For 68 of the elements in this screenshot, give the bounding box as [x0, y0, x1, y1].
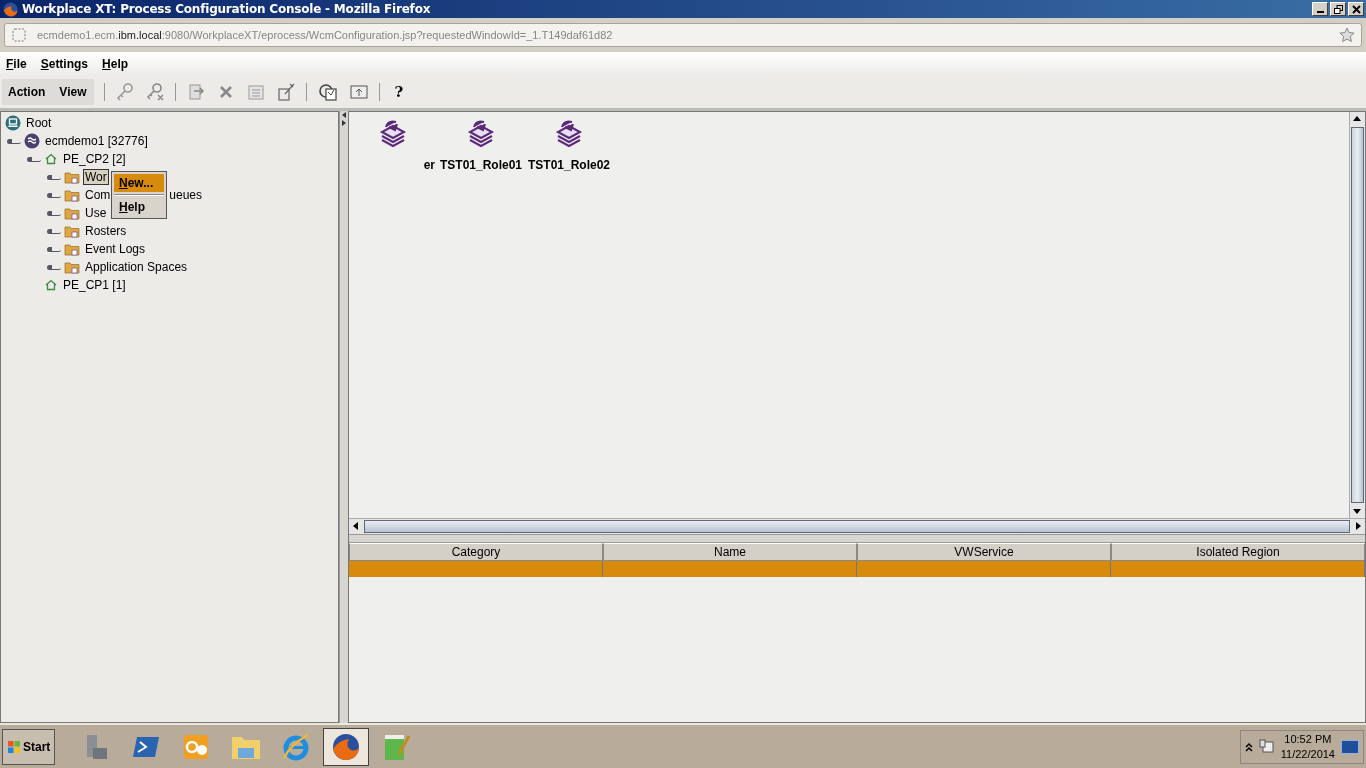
clock-date[interactable]: 11/22/2014	[1280, 746, 1335, 762]
window-title: Workplace XT: Process Configuration Console - Mozilla Firefox	[22, 2, 431, 16]
folder-icon	[64, 242, 80, 256]
icon-label[interactable]: TST01_Role02	[527, 158, 610, 172]
restore-button[interactable]	[1330, 2, 1346, 16]
column-header[interactable]: Name	[603, 543, 857, 561]
stacked-pages-icon[interactable]	[554, 118, 584, 148]
tree-item[interactable]: Rosters	[83, 223, 129, 239]
house-icon	[44, 278, 58, 292]
tree-item[interactable]: Com	[83, 187, 113, 203]
close-icon	[1351, 4, 1361, 14]
fox-globe-icon	[331, 731, 362, 762]
column-header[interactable]: Category	[349, 543, 603, 561]
vertical-scrollbar[interactable]	[1349, 112, 1365, 518]
box-slash-icon[interactable]	[276, 82, 297, 102]
chevron-up-icon[interactable]	[1244, 741, 1253, 752]
collapse-arrow-icon[interactable]	[341, 111, 347, 127]
context-menu-item[interactable]: New...	[114, 174, 164, 192]
star-icon[interactable]	[1339, 27, 1355, 43]
menu-item[interactable]: File	[6, 57, 27, 71]
address-field[interactable]: ecmdemo1.ecm.ibm.local:9080/WorkplaceXT/eprocess/WcmConfiguration.jsp?requestedWindowId=_1.T149daf61d82	[4, 23, 1362, 47]
show-desktop-icon[interactable]	[1341, 739, 1359, 754]
tree-item-text: ueues	[169, 188, 203, 202]
help-button[interactable]: ?	[390, 83, 408, 101]
context-menu-item[interactable]: Help	[114, 198, 164, 216]
menu-item[interactable]: Settings	[40, 57, 89, 71]
minimize-button[interactable]	[1312, 2, 1328, 16]
minimize-icon	[1316, 11, 1324, 13]
tree-item[interactable]: Root	[24, 115, 54, 131]
folder-icon	[64, 206, 80, 220]
icon-label[interactable]: er	[423, 158, 435, 172]
tree-expander[interactable]	[27, 156, 41, 162]
server-icon	[24, 133, 40, 149]
folder-icon	[64, 260, 80, 274]
tree-item[interactable]: ecmdemo1 [32776]	[43, 133, 150, 149]
folder-icon	[64, 224, 80, 238]
start-button[interactable]: Start	[2, 728, 56, 765]
tree-item[interactable]: Application Spaces	[83, 259, 190, 275]
restore-icon	[1333, 4, 1343, 14]
folder-icon	[64, 170, 80, 184]
column-header[interactable]: Isolated Region	[1111, 543, 1365, 561]
column-header[interactable]: VWService	[857, 543, 1111, 561]
tree-item[interactable]: Use	[83, 205, 109, 221]
horizontal-scrollbar[interactable]	[349, 518, 1365, 534]
computer-icon	[5, 115, 21, 131]
taskbar-app[interactable]	[323, 727, 370, 766]
tree-item[interactable]: Event Logs	[83, 241, 148, 257]
stacked-pages-icon[interactable]	[466, 118, 496, 148]
refresh-icon[interactable]	[317, 82, 340, 102]
clock-time[interactable]: 10:52 PM	[1284, 731, 1332, 747]
windows-logo-icon	[7, 739, 21, 754]
tree-item[interactable]: Wor	[83, 169, 109, 185]
house-icon	[44, 152, 58, 166]
network-icon[interactable]	[1258, 738, 1275, 755]
document-arrow-icon[interactable]	[186, 82, 207, 102]
folder-icon	[64, 188, 80, 202]
tray-upload-icon[interactable]	[349, 82, 370, 102]
key-remove-icon[interactable]	[145, 82, 166, 102]
tree-item[interactable]: PE_CP2 [2]	[61, 151, 128, 167]
page-icon	[11, 27, 27, 43]
close-button[interactable]	[1348, 2, 1364, 16]
tree-item[interactable]: PE_CP1 [1]	[61, 277, 128, 293]
toolbar-menu[interactable]: Action	[8, 85, 46, 99]
stacked-pages-icon[interactable]	[378, 118, 408, 148]
fox-globe-icon	[3, 1, 18, 17]
menu-item[interactable]: Help	[102, 57, 129, 71]
toolbar-menu[interactable]: View	[59, 85, 87, 99]
icon-label[interactable]: TST01_Role01	[439, 158, 522, 172]
